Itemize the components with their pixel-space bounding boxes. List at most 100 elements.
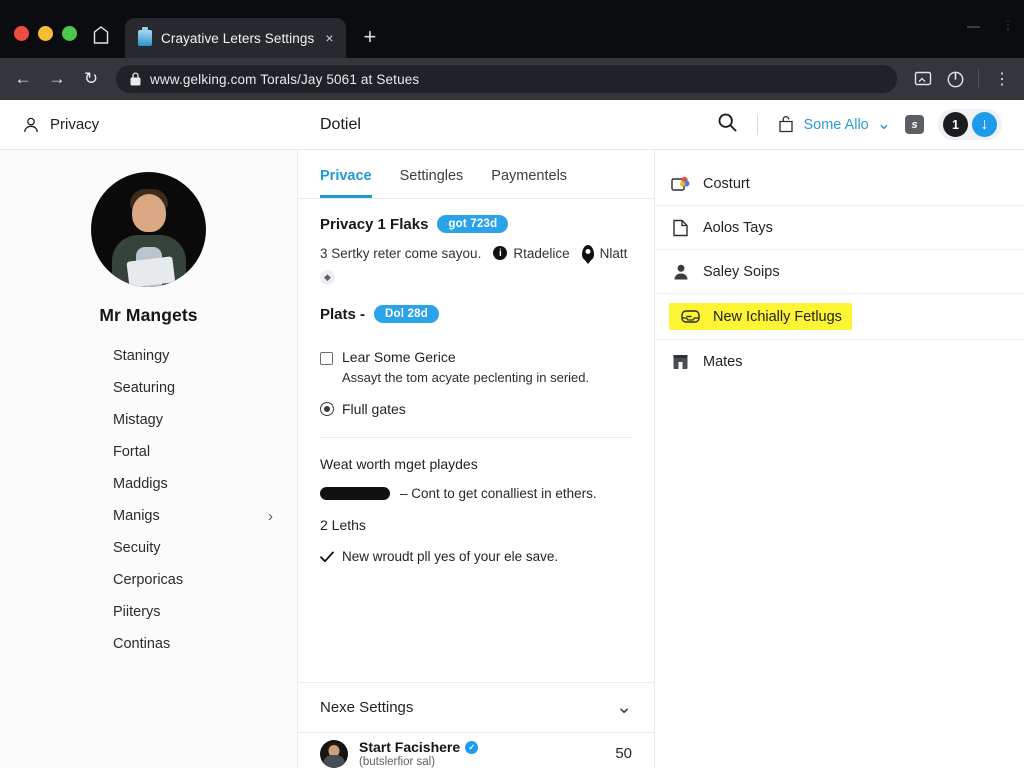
info-label: Rtadelice	[513, 245, 570, 261]
document-icon	[671, 218, 690, 237]
nexe-settings-row[interactable]: Nexe Settings ⌄	[298, 682, 654, 732]
browser-tab[interactable]: Crayative Leters Settings ×	[125, 18, 346, 58]
account-label: Some Allo	[803, 116, 869, 133]
tab-title: Crayative Leters Settings	[161, 30, 315, 46]
reload-button[interactable]: ↻	[76, 64, 106, 94]
forward-button[interactable]: →	[42, 64, 72, 94]
right-item-label: Mates	[703, 353, 743, 370]
privacy-nav-item[interactable]: Privacy	[22, 116, 99, 134]
tab-privace[interactable]: Privace	[320, 168, 372, 198]
browser-menu-icon[interactable]: ⋮	[988, 65, 1016, 93]
redacted-value	[320, 487, 390, 500]
right-item-new-ichially-fetlugs[interactable]: New Ichially Fetlugs	[669, 303, 852, 330]
privacy-nav-label: Privacy	[50, 116, 100, 133]
content-tabs: Privace Settingles Paymentels	[298, 150, 654, 199]
sidebar-nav: Staningy Seaturing Mistagy Fortal Maddig…	[0, 340, 297, 660]
right-item-new-ichially-fetlugs-wrapper: New Ichially Fetlugs	[655, 294, 1024, 340]
sidebar-item-label: Seaturing	[113, 380, 176, 396]
search-icon[interactable]	[717, 112, 738, 138]
sidebar-item-label: Manigs	[113, 508, 160, 524]
privacy-subtext-row: 3 Sertky reter come sayou. i Rtadelice N…	[320, 245, 632, 261]
main-content-panel: Privace Settingles Paymentels Privacy 1 …	[297, 150, 655, 768]
window-minimize-bar[interactable]	[967, 26, 980, 28]
right-item-saley-soips[interactable]: Saley Soips	[655, 250, 1024, 294]
sidebar-item-manigs[interactable]: Manigs ›	[0, 500, 297, 532]
home-icon[interactable]	[77, 26, 109, 58]
avatar	[320, 739, 348, 768]
person-subtitle: (butslerfior sal)	[359, 756, 436, 768]
sidebar-item-label: Continas	[113, 636, 171, 652]
browser-window: Crayative Leters Settings × + ⋮ ← → ↻ ww…	[0, 0, 1024, 768]
sidebar-item-piiterys[interactable]: Piiterys	[0, 596, 297, 628]
redacted-description: – Cont to get conalliest in ethers.	[400, 486, 597, 501]
account-selector[interactable]: Some Allo ⌄	[777, 115, 891, 134]
sidebar-item-cerporicas[interactable]: Cerporicas	[0, 564, 297, 596]
tab-settingles[interactable]: Settingles	[400, 168, 464, 198]
sidebar-item-label: Fortal	[113, 444, 151, 460]
lock-icon	[130, 72, 141, 86]
plats-heading-row: Plats - Dol 28d	[320, 305, 632, 323]
person-count: 50	[615, 745, 632, 762]
notification-pill[interactable]: 1 ↓	[938, 109, 1002, 140]
leths-label: 2 Leths	[320, 517, 366, 533]
plats-badge: Dol 28d	[374, 305, 439, 323]
notification-count-badge: 1	[943, 112, 968, 137]
chevron-down-icon[interactable]: ⌄	[616, 697, 632, 717]
gerice-checkbox-row[interactable]: Lear Some Gerice	[320, 349, 632, 365]
privacy-heading-row: Privacy 1 Flaks got 723d	[320, 215, 632, 233]
window-menu-dots-icon[interactable]: ⋮	[1002, 19, 1014, 31]
person-icon	[24, 117, 38, 132]
right-item-costurt[interactable]: Costurt	[655, 162, 1024, 206]
sidebar-item-mistagy[interactable]: Mistagy	[0, 404, 297, 436]
maximize-window-button[interactable]	[62, 26, 77, 41]
plats-heading: Plats -	[320, 305, 366, 323]
privacy-section: Privacy 1 Flaks got 723d 3 Sertky reter …	[298, 199, 654, 564]
confirmation-row: New wroudt pll yes of your ele save.	[320, 549, 632, 564]
avatar-container	[0, 172, 297, 287]
chevron-down-icon[interactable]: ⌄	[877, 115, 891, 132]
minimize-window-button[interactable]	[38, 26, 53, 41]
right-panel: Costurt Aolos Tays Saley Soips New Ichia…	[655, 150, 1024, 768]
new-tab-button[interactable]: +	[364, 26, 377, 48]
avatar	[91, 172, 206, 287]
right-item-aolos-tays[interactable]: Aolos Tays	[655, 206, 1024, 250]
close-window-button[interactable]	[14, 26, 29, 41]
inbox-icon	[681, 307, 700, 326]
window-controls[interactable]	[0, 26, 77, 58]
power-icon[interactable]	[941, 65, 969, 93]
gerice-checkbox[interactable]	[320, 352, 333, 365]
close-tab-icon[interactable]: ×	[323, 31, 335, 45]
right-item-mates[interactable]: Mates	[655, 340, 1024, 383]
sidebar-item-staningy[interactable]: Staningy	[0, 340, 297, 372]
download-icon[interactable]: ↓	[972, 112, 997, 137]
sidebar-item-maddigs[interactable]: Maddigs	[0, 468, 297, 500]
check-icon	[320, 551, 334, 562]
cast-icon[interactable]	[909, 65, 937, 93]
tab-paymentels[interactable]: Paymentels	[491, 168, 567, 198]
chevron-right-icon[interactable]: ›	[268, 508, 273, 525]
gerice-checkbox-label: Lear Some Gerice	[342, 349, 456, 365]
back-button[interactable]: ←	[8, 64, 38, 94]
browser-titlebar: Crayative Leters Settings × + ⋮	[0, 0, 1024, 58]
page-body: Mr Mangets Staningy Seaturing Mistagy Fo…	[0, 150, 1024, 768]
sidebar-item-fortal[interactable]: Fortal	[0, 436, 297, 468]
privacy-subtext: 3 Sertky reter come sayou.	[320, 245, 482, 261]
sidebar-item-label: Mistagy	[113, 412, 163, 428]
sidebar-item-label: Maddigs	[113, 476, 168, 492]
page-title: Dotiel	[320, 115, 361, 133]
location-pin-icon	[581, 245, 594, 261]
sidebar-item-label: Cerporicas	[113, 572, 184, 588]
sidebar-item-secuity[interactable]: Secuity	[0, 532, 297, 564]
sidebar-item-seaturing[interactable]: Seaturing	[0, 372, 297, 404]
gerice-checkbox-description: Assayt the tom acyate peclenting in seri…	[342, 370, 590, 385]
profile-sidebar: Mr Mangets Staningy Seaturing Mistagy Fo…	[0, 150, 297, 768]
sidebar-item-continas[interactable]: Continas	[0, 628, 297, 660]
full-gates-row[interactable]: Flull gates	[320, 401, 632, 417]
sidebar-item-label: Staningy	[113, 348, 170, 364]
sidebar-item-label: Secuity	[113, 540, 161, 556]
list-item[interactable]: Start Facishere ✓ (butslerfior sal) 50	[298, 732, 654, 768]
app-square-icon[interactable]: s	[905, 115, 924, 134]
bag-icon	[779, 116, 794, 133]
address-bar[interactable]: www.gelking.com Torals/Jay 5061 at Setue…	[116, 65, 897, 93]
app-header: Privacy Dotiel Some Allo ⌄ s 1 ↓	[0, 100, 1024, 150]
